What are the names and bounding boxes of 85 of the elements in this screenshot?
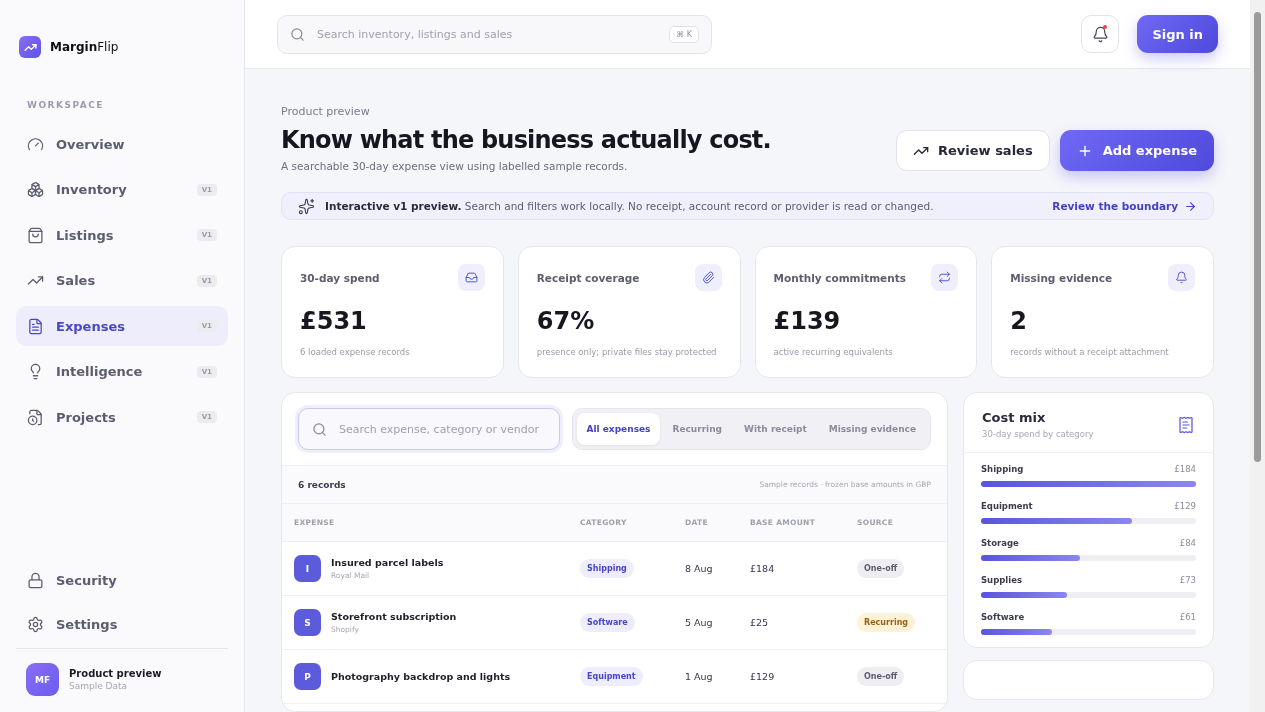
card-subtitle: 30-day spend by category <box>982 429 1094 439</box>
amount-cell-text: £184 <box>750 563 776 574</box>
stat-label: Missing evidence <box>1010 271 1113 284</box>
source-tag: One-off <box>857 559 905 578</box>
sparkles-icon <box>298 197 315 215</box>
nav-item[interactable]: Overview <box>16 124 228 164</box>
expense-avatar: S <box>294 609 321 636</box>
expense-name: Storefront subscription <box>331 611 457 622</box>
lock-icon <box>27 571 44 589</box>
date-cell-text: 5 Aug <box>685 617 714 628</box>
amount-cell-text: £25 <box>750 617 770 628</box>
category-label: Software <box>981 612 1025 622</box>
brand-name: MarginFlip <box>50 40 119 54</box>
category-tag: Shipping <box>580 559 634 578</box>
paperclip-icon <box>701 271 715 284</box>
receipt-icon <box>1177 416 1195 434</box>
stat-note: records without a receipt attachment <box>1010 347 1170 357</box>
bag-icon <box>27 226 44 244</box>
bell-icon <box>1091 25 1109 43</box>
stat-label: Monthly commitments <box>773 271 906 284</box>
document-icon <box>27 317 44 335</box>
category-amount: £73 <box>1179 575 1196 585</box>
stat-note: 6 loaded expense records <box>300 347 411 357</box>
stat-value: 67% <box>536 307 596 335</box>
shortcut-hint: ⌘ K <box>669 25 699 43</box>
inbox-icon <box>464 271 478 284</box>
filter-tab[interactable]: All expenses <box>576 413 661 445</box>
user-avatar: MF <box>26 663 59 696</box>
category-amount: £84 <box>1179 538 1196 548</box>
expense-search-input[interactable]: Search expense, category or vendor <box>337 421 546 437</box>
notice-text: Interactive v1 preview. Search and filters work locally. No receipt, account record or provider is read or changed. <box>325 200 935 212</box>
expense-avatar: I <box>294 555 321 582</box>
category-label: Supplies <box>981 575 1022 585</box>
expense-name: Insured parcel labels <box>331 557 444 568</box>
add-expense-button[interactable]: Add expense <box>1059 130 1214 171</box>
boundary-link[interactable]: Review the boundary <box>1052 199 1197 213</box>
gauge-icon <box>27 135 44 153</box>
search-icon <box>290 26 305 42</box>
record-count: 6 records <box>298 479 346 490</box>
logo-icon <box>19 36 41 58</box>
notifications-button[interactable] <box>1081 15 1120 53</box>
search-icon <box>312 421 327 437</box>
stat-value: £531 <box>300 307 368 335</box>
expense-search-field[interactable]: Search expense, category or vendor <box>298 408 560 450</box>
stat-value: £139 <box>773 307 842 335</box>
category-tag: Equipment <box>580 667 643 686</box>
search-input[interactable]: Search inventory, listings and sales <box>315 26 660 42</box>
stat-value: 2 <box>1010 307 1028 335</box>
category-label: Equipment <box>981 501 1033 511</box>
source-tag: Recurring <box>857 613 916 632</box>
scrollbar[interactable] <box>1250 0 1265 712</box>
category-tag: Software <box>580 613 635 632</box>
stat-note: presence only; private files stay protected <box>536 347 718 357</box>
review-sales-button[interactable]: Review sales <box>896 130 1050 171</box>
user-subtitle: Sample Data <box>69 681 129 691</box>
category-amount: £129 <box>1174 501 1196 511</box>
user-name: Product preview <box>69 668 162 679</box>
search-field[interactable]: Search inventory, listings and sales ⌘ K <box>277 14 712 54</box>
bell-icon <box>1175 271 1188 284</box>
boxes-icon <box>27 181 44 198</box>
stat-note: active recurring equivalents <box>773 347 894 357</box>
settings-icon <box>27 615 44 633</box>
eyebrow-text: Product preview <box>281 105 371 118</box>
source-tag: One-off <box>857 667 905 686</box>
amount-cell-text: £129 <box>750 671 776 682</box>
date-cell-text: 8 Aug <box>685 563 714 574</box>
stat-label: 30-day spend <box>300 271 380 284</box>
page-subtitle: A searchable 30-day expense view using labelled sample records. <box>281 160 629 172</box>
nav-item[interactable]: Security <box>16 560 228 600</box>
section-label: WORKSPACE <box>26 100 105 110</box>
repeat-icon <box>938 271 952 284</box>
sign-in-button[interactable]: Sign in <box>1137 15 1218 53</box>
category-amount: £61 <box>1179 612 1196 622</box>
stat-label: Receipt coverage <box>536 271 640 284</box>
file-icon <box>27 408 44 426</box>
category-label: Storage <box>981 538 1019 548</box>
page-title: Know what the business actually cost. <box>281 126 771 154</box>
expense-avatar: P <box>294 663 321 690</box>
category-label: Shipping <box>981 464 1024 474</box>
category-amount: £184 <box>1174 464 1196 474</box>
nav-item[interactable]: Settings <box>16 604 228 644</box>
arrow-icon <box>1184 199 1197 213</box>
expense-name: Photography backdrop and lights <box>331 671 511 682</box>
card-title: Cost mix <box>982 410 1047 425</box>
date-cell-text: 1 Aug <box>685 671 714 682</box>
